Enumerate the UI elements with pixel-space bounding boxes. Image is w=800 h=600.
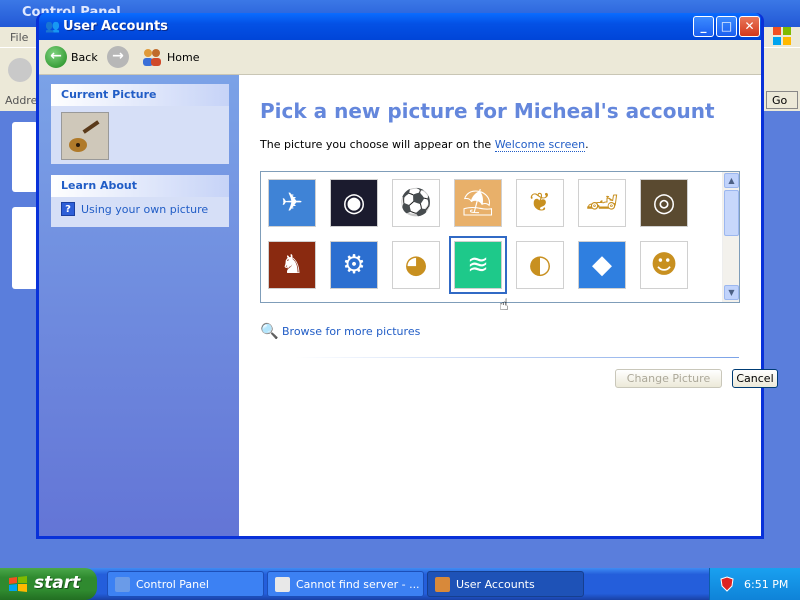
task-label: Control Panel [136, 578, 209, 591]
butterfly-icon: ❦ [529, 188, 551, 218]
clock: 6:51 PM [744, 578, 789, 591]
fish-icon: ◆ [592, 250, 612, 280]
browse-label[interactable]: Browse for more pictures [282, 325, 420, 338]
taskbar-item-browser[interactable]: Cannot find server - ... [267, 571, 424, 597]
picture-beach-chairs[interactable]: ⛱ [454, 179, 502, 227]
task-pane: Current Picture Learn About ? Using your… [39, 75, 239, 536]
green-scene-icon: ≋ [467, 250, 489, 280]
picture-airplane[interactable]: ✈ [268, 179, 316, 227]
picture-butterfly[interactable]: ❦ [516, 179, 564, 227]
navigation-bar: ← Back → Home [39, 40, 761, 75]
picture-frog[interactable]: ☻ [640, 241, 688, 289]
user-accounts-icon [435, 577, 450, 592]
background-side-panel [12, 207, 38, 289]
back-arrow-icon[interactable]: ← [45, 46, 67, 68]
picture-list-scrollbar[interactable]: ▲ ▼ [722, 172, 739, 302]
taskbar: start Control Panel Cannot find server -… [0, 568, 800, 600]
maximize-button[interactable]: □ [716, 16, 737, 37]
current-picture-box: Current Picture [51, 84, 229, 164]
picture-green-scene[interactable]: ≋ [449, 236, 507, 294]
content-area: Pick a new picture for Micheal's account… [239, 75, 778, 536]
user-accounts-window: 👥 User Accounts _ □ ✕ ← Back → Home Curr… [36, 13, 778, 539]
scroll-up-icon[interactable]: ▲ [724, 173, 739, 188]
picture-rubber-duck[interactable]: ◐ [516, 241, 564, 289]
learn-about-box: Learn About ? Using your own picture [51, 175, 229, 227]
picture-motorcycle[interactable]: ⚙ [330, 241, 378, 289]
window-title: User Accounts [63, 19, 168, 34]
scroll-down-icon[interactable]: ▼ [724, 285, 739, 300]
windows-logo-icon [773, 27, 791, 45]
start-button[interactable]: start [0, 568, 97, 600]
picture-dog[interactable]: ◕ [392, 241, 440, 289]
system-tray: 6:51 PM [709, 568, 800, 600]
change-picture-button[interactable]: Change Picture [615, 369, 722, 388]
current-picture-guitar [61, 112, 109, 160]
picture-race-car[interactable]: 🏎 [578, 179, 626, 227]
cancel-button[interactable]: Cancel [732, 369, 778, 388]
start-label: start [34, 573, 81, 593]
help-icon: ? [61, 202, 75, 216]
picture-list: ▲ ▼ ✈ ◉ ⚽ ⛱ ❦ 🏎 ◎ ♞ ⚙ ◕ ≋ ◐ ◆ ☻ [260, 171, 740, 303]
description-prefix: The picture you choose will appear on th… [260, 138, 495, 151]
picture-chess[interactable]: ♞ [268, 241, 316, 289]
dog-icon: ◕ [404, 250, 428, 280]
home-users-icon[interactable] [141, 47, 163, 67]
description: The picture you choose will appear on th… [260, 138, 589, 152]
minimize-button[interactable]: _ [693, 16, 714, 37]
background-side-panel [12, 122, 38, 192]
picture-soccer-ball[interactable]: ⚽ [392, 179, 440, 227]
background-back-icon[interactable] [8, 58, 32, 82]
picture-astronaut[interactable]: ◉ [330, 179, 378, 227]
picture-fish[interactable]: ◆ [578, 241, 626, 289]
owl-icon: ◎ [652, 188, 676, 218]
home-button[interactable]: Home [167, 51, 199, 64]
motorcycle-icon: ⚙ [342, 250, 366, 280]
chess-icon: ♞ [280, 250, 304, 280]
forward-arrow-icon[interactable]: → [107, 46, 129, 68]
hand-pointer-icon: ☝ [499, 295, 509, 314]
picture-owl[interactable]: ◎ [640, 179, 688, 227]
security-shield-icon[interactable] [720, 576, 734, 592]
welcome-screen-link[interactable]: Welcome screen [494, 138, 586, 152]
browser-icon [275, 577, 290, 592]
close-button[interactable]: ✕ [739, 16, 760, 37]
soccer-ball-icon: ⚽ [399, 188, 433, 218]
back-button[interactable]: Back [71, 51, 98, 64]
window-titlebar[interactable]: 👥 User Accounts _ □ ✕ [39, 13, 761, 40]
go-label: Go [772, 94, 788, 107]
learn-about-heading: Learn About [51, 175, 229, 197]
menu-file[interactable]: File [10, 31, 28, 44]
page-heading: Pick a new picture for Micheal's account [260, 99, 715, 123]
using-own-picture-label[interactable]: Using your own picture [81, 203, 208, 216]
description-suffix: . [585, 138, 589, 151]
browse-more-pictures-link[interactable]: 🔍 Browse for more pictures [260, 322, 420, 340]
guitar-icon [62, 113, 108, 159]
beach-chairs-icon: ⛱ [461, 188, 495, 218]
address-label: Addre [5, 94, 38, 107]
task-label: Cannot find server - ... [296, 578, 420, 591]
control-panel-icon [115, 577, 130, 592]
taskbar-item-user-accounts[interactable]: User Accounts [427, 571, 584, 597]
task-label: User Accounts [456, 578, 535, 591]
taskbar-item-control-panel[interactable]: Control Panel [107, 571, 264, 597]
race-car-icon: 🏎 [585, 188, 619, 218]
current-picture-heading: Current Picture [51, 84, 229, 106]
rubber-duck-icon: ◐ [528, 250, 552, 280]
frog-icon: ☻ [650, 250, 678, 280]
using-own-picture-link[interactable]: ? Using your own picture [61, 201, 219, 218]
astronaut-icon: ◉ [342, 188, 366, 218]
windows-flag-icon [9, 576, 27, 592]
airplane-icon: ✈ [281, 188, 303, 218]
magnifier-icon: 🔍 [260, 322, 279, 340]
divider [295, 357, 739, 358]
user-accounts-icon: 👥 [45, 19, 60, 33]
scroll-thumb[interactable] [724, 190, 739, 236]
